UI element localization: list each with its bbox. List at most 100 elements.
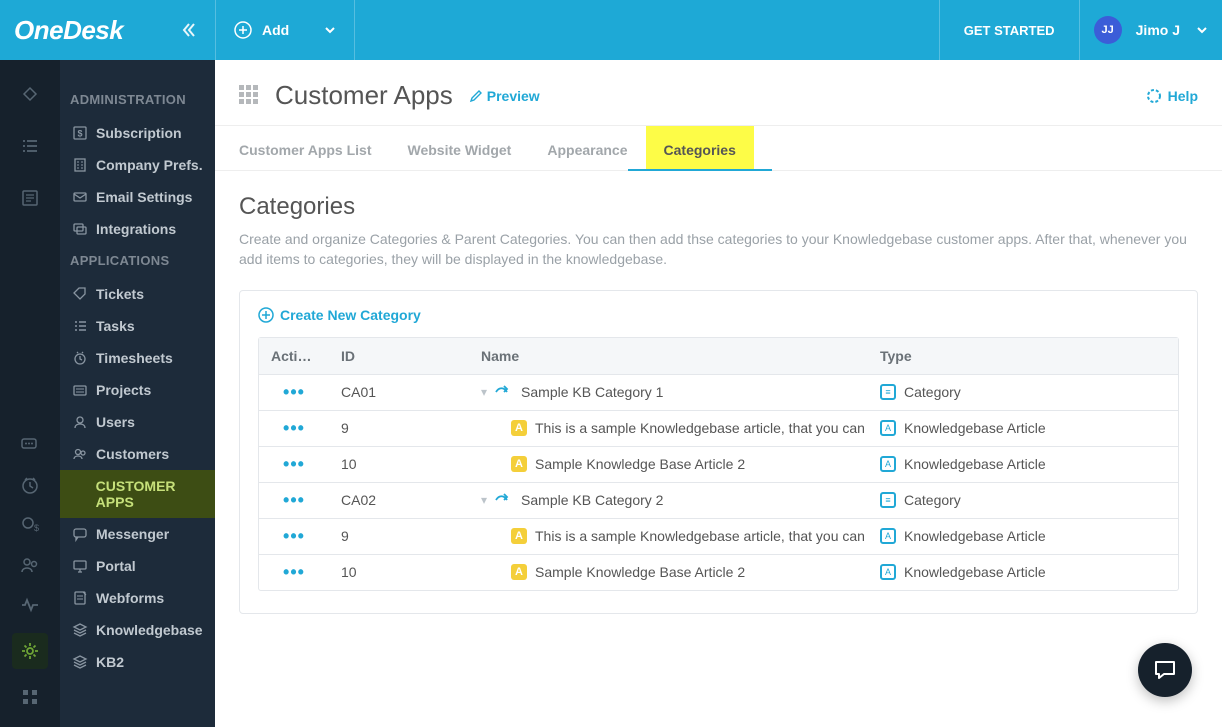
row-type-cell: ≡Category — [868, 492, 1178, 508]
sidebar-item[interactable]: CUSTOMER APPS — [60, 470, 215, 518]
category-icon — [495, 493, 513, 507]
sidebar-item[interactable]: $Subscription — [70, 117, 215, 149]
chevron-down-icon[interactable]: ▾ — [481, 493, 487, 507]
row-name: This is a sample Knowledgebase article, … — [535, 420, 868, 436]
folder-icon — [70, 382, 90, 398]
type-icon: A — [880, 564, 896, 580]
type-icon: A — [880, 456, 896, 472]
row-type: Category — [904, 384, 961, 400]
tab[interactable]: Categories — [646, 126, 754, 170]
help-link[interactable]: Help — [1146, 88, 1198, 104]
sidebar-item[interactable]: Customers — [70, 438, 215, 470]
section-description: Create and organize Categories & Parent … — [239, 229, 1198, 270]
row-actions-button[interactable]: ••• — [283, 490, 305, 511]
chevrons-left-icon — [181, 22, 197, 38]
row-name-cell[interactable]: AThis is a sample Knowledgebase article,… — [469, 528, 868, 544]
preview-link[interactable]: Preview — [469, 88, 540, 104]
col-actions: Actions — [259, 348, 329, 364]
tab[interactable]: Customer Apps List — [239, 126, 372, 170]
row-name-cell[interactable]: ▾ Sample KB Category 2 — [469, 492, 868, 508]
page-header: Customer Apps Preview Help — [215, 60, 1222, 126]
table-row: •••10ASample Knowledge Base Article 2AKn… — [259, 554, 1178, 590]
sidebar-item[interactable]: Messenger — [70, 518, 215, 550]
sidebar-item[interactable]: Tasks — [70, 310, 215, 342]
row-id: 9 — [329, 420, 469, 436]
row-id: 10 — [329, 456, 469, 472]
sidebar-item[interactable]: Timesheets — [70, 342, 215, 374]
chat-fab[interactable] — [1138, 643, 1192, 697]
rail-users-icon[interactable] — [18, 553, 42, 577]
preview-label: Preview — [487, 88, 540, 104]
table-row: •••CA02▾Sample KB Category 2≡Category — [259, 482, 1178, 518]
sidebar-item[interactable]: Users — [70, 406, 215, 438]
add-button[interactable]: Add — [215, 0, 355, 60]
plus-circle-icon — [258, 307, 274, 323]
svg-text:$: $ — [34, 523, 39, 533]
user-menu[interactable]: JJ Jimo J — [1079, 0, 1222, 60]
row-name: Sample KB Category 1 — [521, 384, 663, 400]
tag-icon — [70, 286, 90, 302]
sidebar-item[interactable]: Tickets — [70, 278, 215, 310]
rail-pin-icon[interactable] — [18, 82, 42, 106]
sidebar-item-label: Webforms — [96, 590, 164, 606]
row-name-cell[interactable]: ▾ Sample KB Category 1 — [469, 384, 868, 400]
rail-forms-icon[interactable] — [18, 186, 42, 210]
rail-apps-icon[interactable] — [18, 685, 42, 709]
tab[interactable]: Website Widget — [408, 126, 512, 170]
sidebar-item[interactable]: Projects — [70, 374, 215, 406]
sidebar-item[interactable]: Knowledgebase — [70, 614, 215, 646]
row-name-cell[interactable]: ASample Knowledge Base Article 2 — [469, 564, 868, 580]
sidebar: ADMINISTRATION$SubscriptionCompany Prefs… — [60, 60, 215, 727]
sidebar-item[interactable]: Integrations — [70, 213, 215, 245]
article-icon: A — [511, 420, 527, 436]
chevron-down-icon[interactable]: ▾ — [481, 385, 487, 399]
row-name-cell[interactable]: A This is a sample Knowledgebase article,… — [469, 420, 868, 436]
row-name: Sample KB Category 2 — [521, 492, 663, 508]
sidebar-item[interactable]: Webforms — [70, 582, 215, 614]
svg-text:$: $ — [78, 129, 83, 139]
rail-settings-icon[interactable] — [12, 633, 48, 669]
row-actions-button[interactable]: ••• — [283, 382, 305, 403]
form-icon — [70, 590, 90, 606]
rail-chat-icon[interactable] — [18, 433, 42, 457]
sidebar-item[interactable]: Company Prefs. — [70, 149, 215, 181]
sidebar-item[interactable]: Email Settings — [70, 181, 215, 213]
avatar: JJ — [1094, 16, 1122, 44]
row-name-cell[interactable]: ASample Knowledge Base Article 2 — [469, 456, 868, 472]
row-actions-button[interactable]: ••• — [283, 562, 305, 583]
topbar: OneDesk Add GET STARTED JJ Jimo J — [0, 0, 1222, 60]
row-type: Knowledgebase Article — [904, 564, 1046, 580]
chevron-down-icon — [324, 24, 336, 36]
monitor-icon — [70, 558, 90, 574]
categories-card: Create New Category Actions ID Name Type… — [239, 290, 1198, 614]
user-icon — [70, 414, 90, 430]
sidebar-item-label: Knowledgebase — [96, 622, 203, 638]
row-type: Category — [904, 492, 961, 508]
table-row: •••CA01▾Sample KB Category 1≡Category — [259, 374, 1178, 410]
row-actions-button[interactable]: ••• — [283, 454, 305, 475]
row-actions-button[interactable]: ••• — [283, 418, 305, 439]
sidebar-item[interactable]: KB2 — [70, 646, 215, 678]
add-label: Add — [262, 22, 289, 38]
list-icon — [70, 318, 90, 334]
stack-icon — [70, 622, 90, 638]
type-icon: ≡ — [880, 384, 896, 400]
create-category-button[interactable]: Create New Category — [258, 307, 1179, 323]
get-started-button[interactable]: GET STARTED — [939, 0, 1079, 60]
envelope-icon — [70, 189, 90, 205]
tab[interactable]: Appearance — [547, 126, 627, 170]
rail-activity-icon[interactable] — [18, 593, 42, 617]
building-icon — [70, 157, 90, 173]
rail-tasks-icon[interactable] — [18, 134, 42, 158]
rail-money-icon[interactable]: $ — [18, 513, 42, 537]
sidebar-item-label: Tickets — [96, 286, 144, 302]
sidebar-item-label: KB2 — [96, 654, 124, 670]
grip-icon[interactable] — [239, 85, 261, 107]
row-actions-button[interactable]: ••• — [283, 526, 305, 547]
sidebar-item[interactable]: Portal — [70, 550, 215, 582]
rail-clock-icon[interactable] — [18, 473, 42, 497]
collapse-sidebar-button[interactable] — [177, 18, 201, 42]
nav-rail: $ — [0, 60, 60, 727]
row-type-cell: A Knowledgebase Article — [868, 564, 1178, 580]
dollar-icon: $ — [70, 125, 90, 141]
